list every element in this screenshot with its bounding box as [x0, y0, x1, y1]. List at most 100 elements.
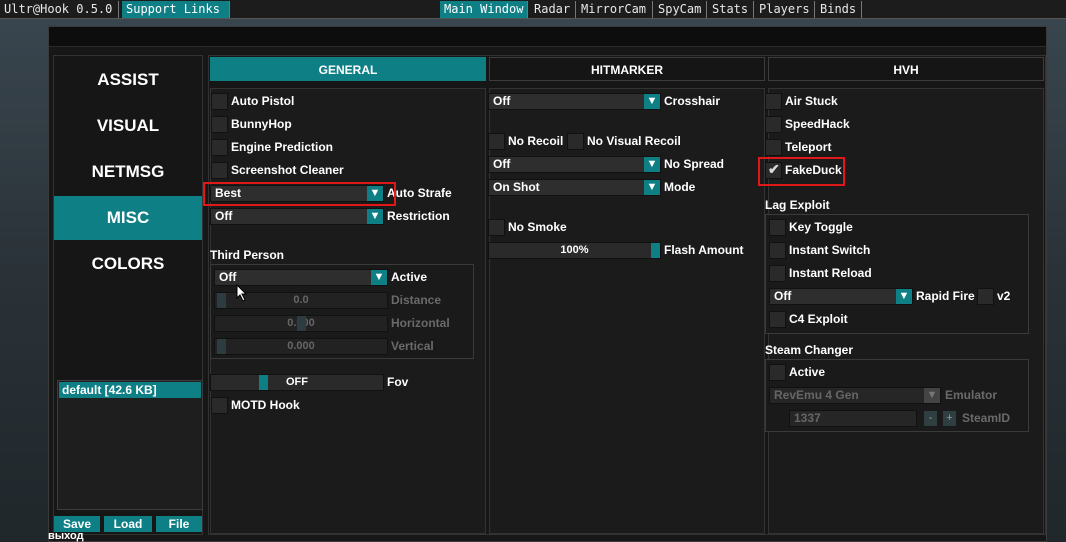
teleport-label: Teleport	[785, 140, 832, 154]
panel-middle	[489, 88, 765, 534]
load-button[interactable]: Load	[104, 516, 152, 532]
mode-label: Mode	[664, 180, 696, 194]
sidebar-item-colors[interactable]: COLORS	[54, 242, 202, 286]
motd-hook-checkbox[interactable]	[211, 397, 228, 414]
sidebar-item-assist[interactable]: ASSIST	[54, 58, 202, 102]
steamid-plus-button[interactable]: +	[943, 411, 956, 426]
auto-pistol-label: Auto Pistol	[231, 94, 295, 108]
air-stuck-checkbox[interactable]	[765, 93, 782, 110]
distance-value: 0.0	[293, 294, 309, 306]
horizontal-slider[interactable]: 0.000	[214, 315, 388, 332]
no-visual-recoil-label: No Visual Recoil	[587, 134, 681, 148]
no-visual-recoil-checkbox[interactable]	[567, 133, 584, 150]
vertical-value: 0.000	[287, 340, 315, 352]
tab-hitmarker[interactable]: HITMARKER	[489, 57, 765, 81]
distance-label: Distance	[391, 293, 442, 307]
window-header[interactable]	[49, 27, 1046, 47]
lag-exploit-title: Lag Exploit	[765, 198, 830, 212]
sidebar: ASSIST VISUAL NETMSG MISC COLORS default…	[53, 55, 203, 535]
slider-knob[interactable]	[217, 339, 226, 354]
sidebar-item-misc[interactable]: MISC	[54, 196, 202, 240]
file-button[interactable]: File	[156, 516, 202, 532]
crosshair-dropdown[interactable]: Off ▼	[488, 93, 661, 110]
speedhack-label: SpeedHack	[785, 117, 850, 131]
flash-amount-value: 100%	[560, 244, 589, 256]
key-toggle-checkbox[interactable]	[769, 219, 786, 236]
config-list: default [42.6 KB]	[57, 380, 203, 510]
steam-changer-active-checkbox[interactable]	[769, 364, 786, 381]
rapid-fire-label: Rapid Fire	[916, 289, 975, 303]
tab-mirrorcam[interactable]: MirrorCam	[577, 1, 653, 18]
dropdown-arrow-icon: ▼	[371, 270, 387, 285]
steam-changer-active-label: Active	[789, 365, 826, 379]
instant-reload-label: Instant Reload	[789, 266, 872, 280]
instant-switch-checkbox[interactable]	[769, 242, 786, 259]
slider-knob[interactable]	[651, 243, 660, 258]
dropdown-arrow-icon: ▼	[644, 157, 660, 172]
steamid-value: 1337	[794, 411, 821, 425]
steamid-input[interactable]: 1337	[789, 410, 917, 427]
dropdown-arrow-icon: ▼	[896, 289, 912, 304]
third-person-active-label: Active	[391, 270, 428, 284]
footer-text: выход	[48, 530, 84, 542]
steamid-label: SteamID	[962, 411, 1011, 425]
tab-stats[interactable]: Stats	[708, 1, 754, 18]
mode-dropdown[interactable]: On Shot ▼	[488, 179, 661, 196]
bunnyhop-checkbox[interactable]	[211, 116, 228, 133]
dropdown-arrow-icon: ▼	[924, 388, 940, 403]
restriction-dropdown[interactable]: Off ▼	[210, 208, 384, 225]
rapid-fire-dropdown[interactable]: Off ▼	[769, 288, 913, 305]
dropdown-arrow-icon: ▼	[367, 209, 383, 224]
no-spread-dropdown[interactable]: Off ▼	[488, 156, 661, 173]
emulator-dropdown[interactable]: RevEmu 4 Gen ▼	[769, 387, 941, 404]
config-item[interactable]: default [42.6 KB]	[59, 382, 201, 398]
emulator-value: RevEmu 4 Gen	[774, 388, 859, 402]
mode-value: On Shot	[493, 180, 540, 194]
no-recoil-checkbox[interactable]	[488, 133, 505, 150]
instant-reload-checkbox[interactable]	[769, 265, 786, 282]
restriction-value: Off	[215, 209, 233, 223]
c4-exploit-label: C4 Exploit	[789, 312, 848, 326]
support-links-button[interactable]: Support Links	[122, 1, 230, 18]
fov-label: Fov	[387, 375, 409, 389]
restriction-label: Restriction	[387, 209, 450, 223]
steamid-minus-button[interactable]: -	[924, 411, 937, 426]
teleport-checkbox[interactable]	[765, 139, 782, 156]
c4-exploit-checkbox[interactable]	[769, 311, 786, 328]
no-smoke-checkbox[interactable]	[488, 219, 505, 236]
tab-general[interactable]: GENERAL	[210, 57, 486, 81]
screenshot-cleaner-checkbox[interactable]	[211, 162, 228, 179]
third-person-title: Third Person	[210, 248, 285, 262]
tab-binds[interactable]: Binds	[816, 1, 862, 18]
instant-switch-label: Instant Switch	[789, 243, 871, 257]
engine-prediction-checkbox[interactable]	[211, 139, 228, 156]
slider-knob[interactable]	[259, 375, 268, 390]
fov-slider[interactable]: OFF	[210, 374, 384, 391]
tab-spycam[interactable]: SpyCam	[654, 1, 707, 18]
sidebar-item-netmsg[interactable]: NETMSG	[54, 150, 202, 194]
v2-checkbox[interactable]	[977, 288, 994, 305]
auto-pistol-checkbox[interactable]	[211, 93, 228, 110]
speedhack-checkbox[interactable]	[765, 116, 782, 133]
tab-hvh[interactable]: HVH	[768, 57, 1044, 81]
slider-knob[interactable]	[217, 293, 226, 308]
sidebar-item-visual[interactable]: VISUAL	[54, 104, 202, 148]
tab-main-window[interactable]: Main Window	[440, 1, 528, 18]
no-spread-value: Off	[493, 157, 511, 171]
fov-value: OFF	[286, 376, 308, 388]
tab-radar[interactable]: Radar	[530, 1, 576, 18]
vertical-slider[interactable]: 0.000	[214, 338, 388, 355]
key-toggle-label: Key Toggle	[789, 220, 853, 234]
tab-players[interactable]: Players	[755, 1, 815, 18]
no-recoil-label: No Recoil	[508, 134, 564, 148]
screenshot-cleaner-label: Screenshot Cleaner	[231, 163, 344, 177]
flash-amount-label: Flash Amount	[664, 243, 744, 257]
flash-amount-slider[interactable]: 100%	[488, 242, 661, 259]
air-stuck-label: Air Stuck	[785, 94, 838, 108]
slider-knob[interactable]	[297, 316, 306, 331]
horizontal-label: Horizontal	[391, 316, 450, 330]
steam-changer-title: Steam Changer	[765, 343, 854, 357]
app-title: Ultr@Hook 0.5.0	[0, 1, 119, 18]
v2-label: v2	[997, 289, 1011, 303]
auto-strafe-label: Auto Strafe	[387, 186, 452, 200]
